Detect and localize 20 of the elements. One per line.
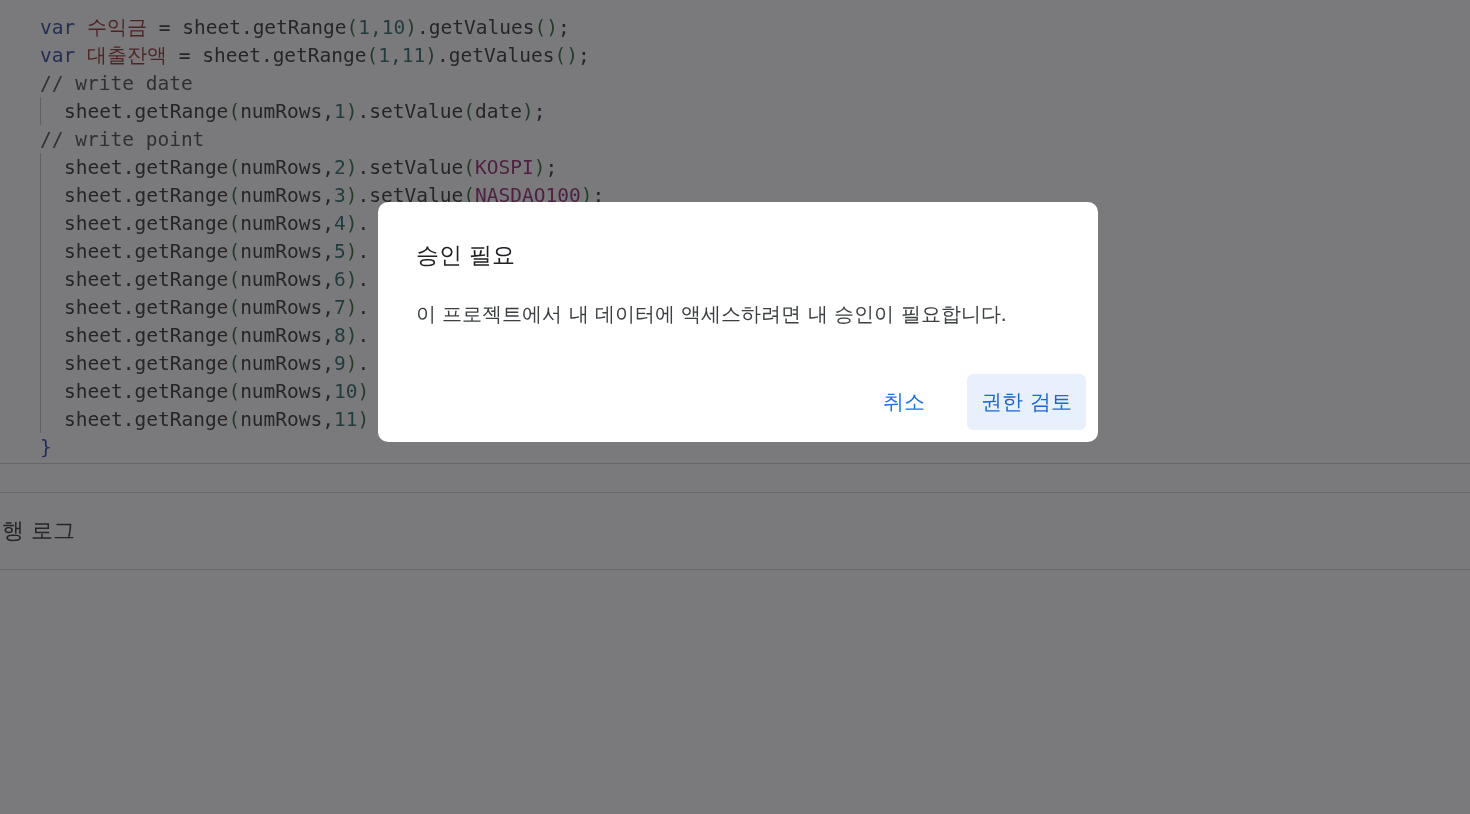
review-button[interactable]: 권한 검토	[967, 374, 1086, 430]
panel-title: 행 로그	[2, 517, 75, 545]
code-line: sheet.getRange(numRows,6).	[64, 267, 370, 291]
code-line: sheet.getRange(numRows,2).setValue(KOSPI);	[64, 155, 558, 179]
code-line: // write point	[40, 127, 205, 151]
code-line: }	[40, 435, 52, 459]
code-line: var 대출잔액 = sheet.getRange(1,11).getValues();	[40, 42, 590, 69]
code-line: sheet.getRange(numRows,11)	[64, 407, 370, 431]
dialog-message: 이 프로젝트에서 내 데이터에 액세스하려면 내 승인이 필요합니다.	[416, 301, 1008, 328]
dialog-title: 승인 필요	[416, 241, 517, 270]
code-line: sheet.getRange(numRows,8).	[64, 323, 370, 347]
code-line: // write date	[40, 71, 193, 95]
code-line: sheet.getRange(numRows,1).setValue(date);	[64, 99, 546, 123]
code-line: sheet.getRange(numRows,10)	[64, 379, 370, 403]
code-line: var 수익금 = sheet.getRange(1,10).getValues();	[40, 14, 570, 41]
cancel-button[interactable]: 취소	[869, 374, 940, 430]
code-line: sheet.getRange(numRows,5).	[64, 239, 370, 263]
code-line: sheet.getRange(numRows,9).	[64, 351, 370, 375]
code-line: sheet.getRange(numRows,4).	[64, 211, 370, 235]
code-line: sheet.getRange(numRows,7).	[64, 295, 370, 319]
